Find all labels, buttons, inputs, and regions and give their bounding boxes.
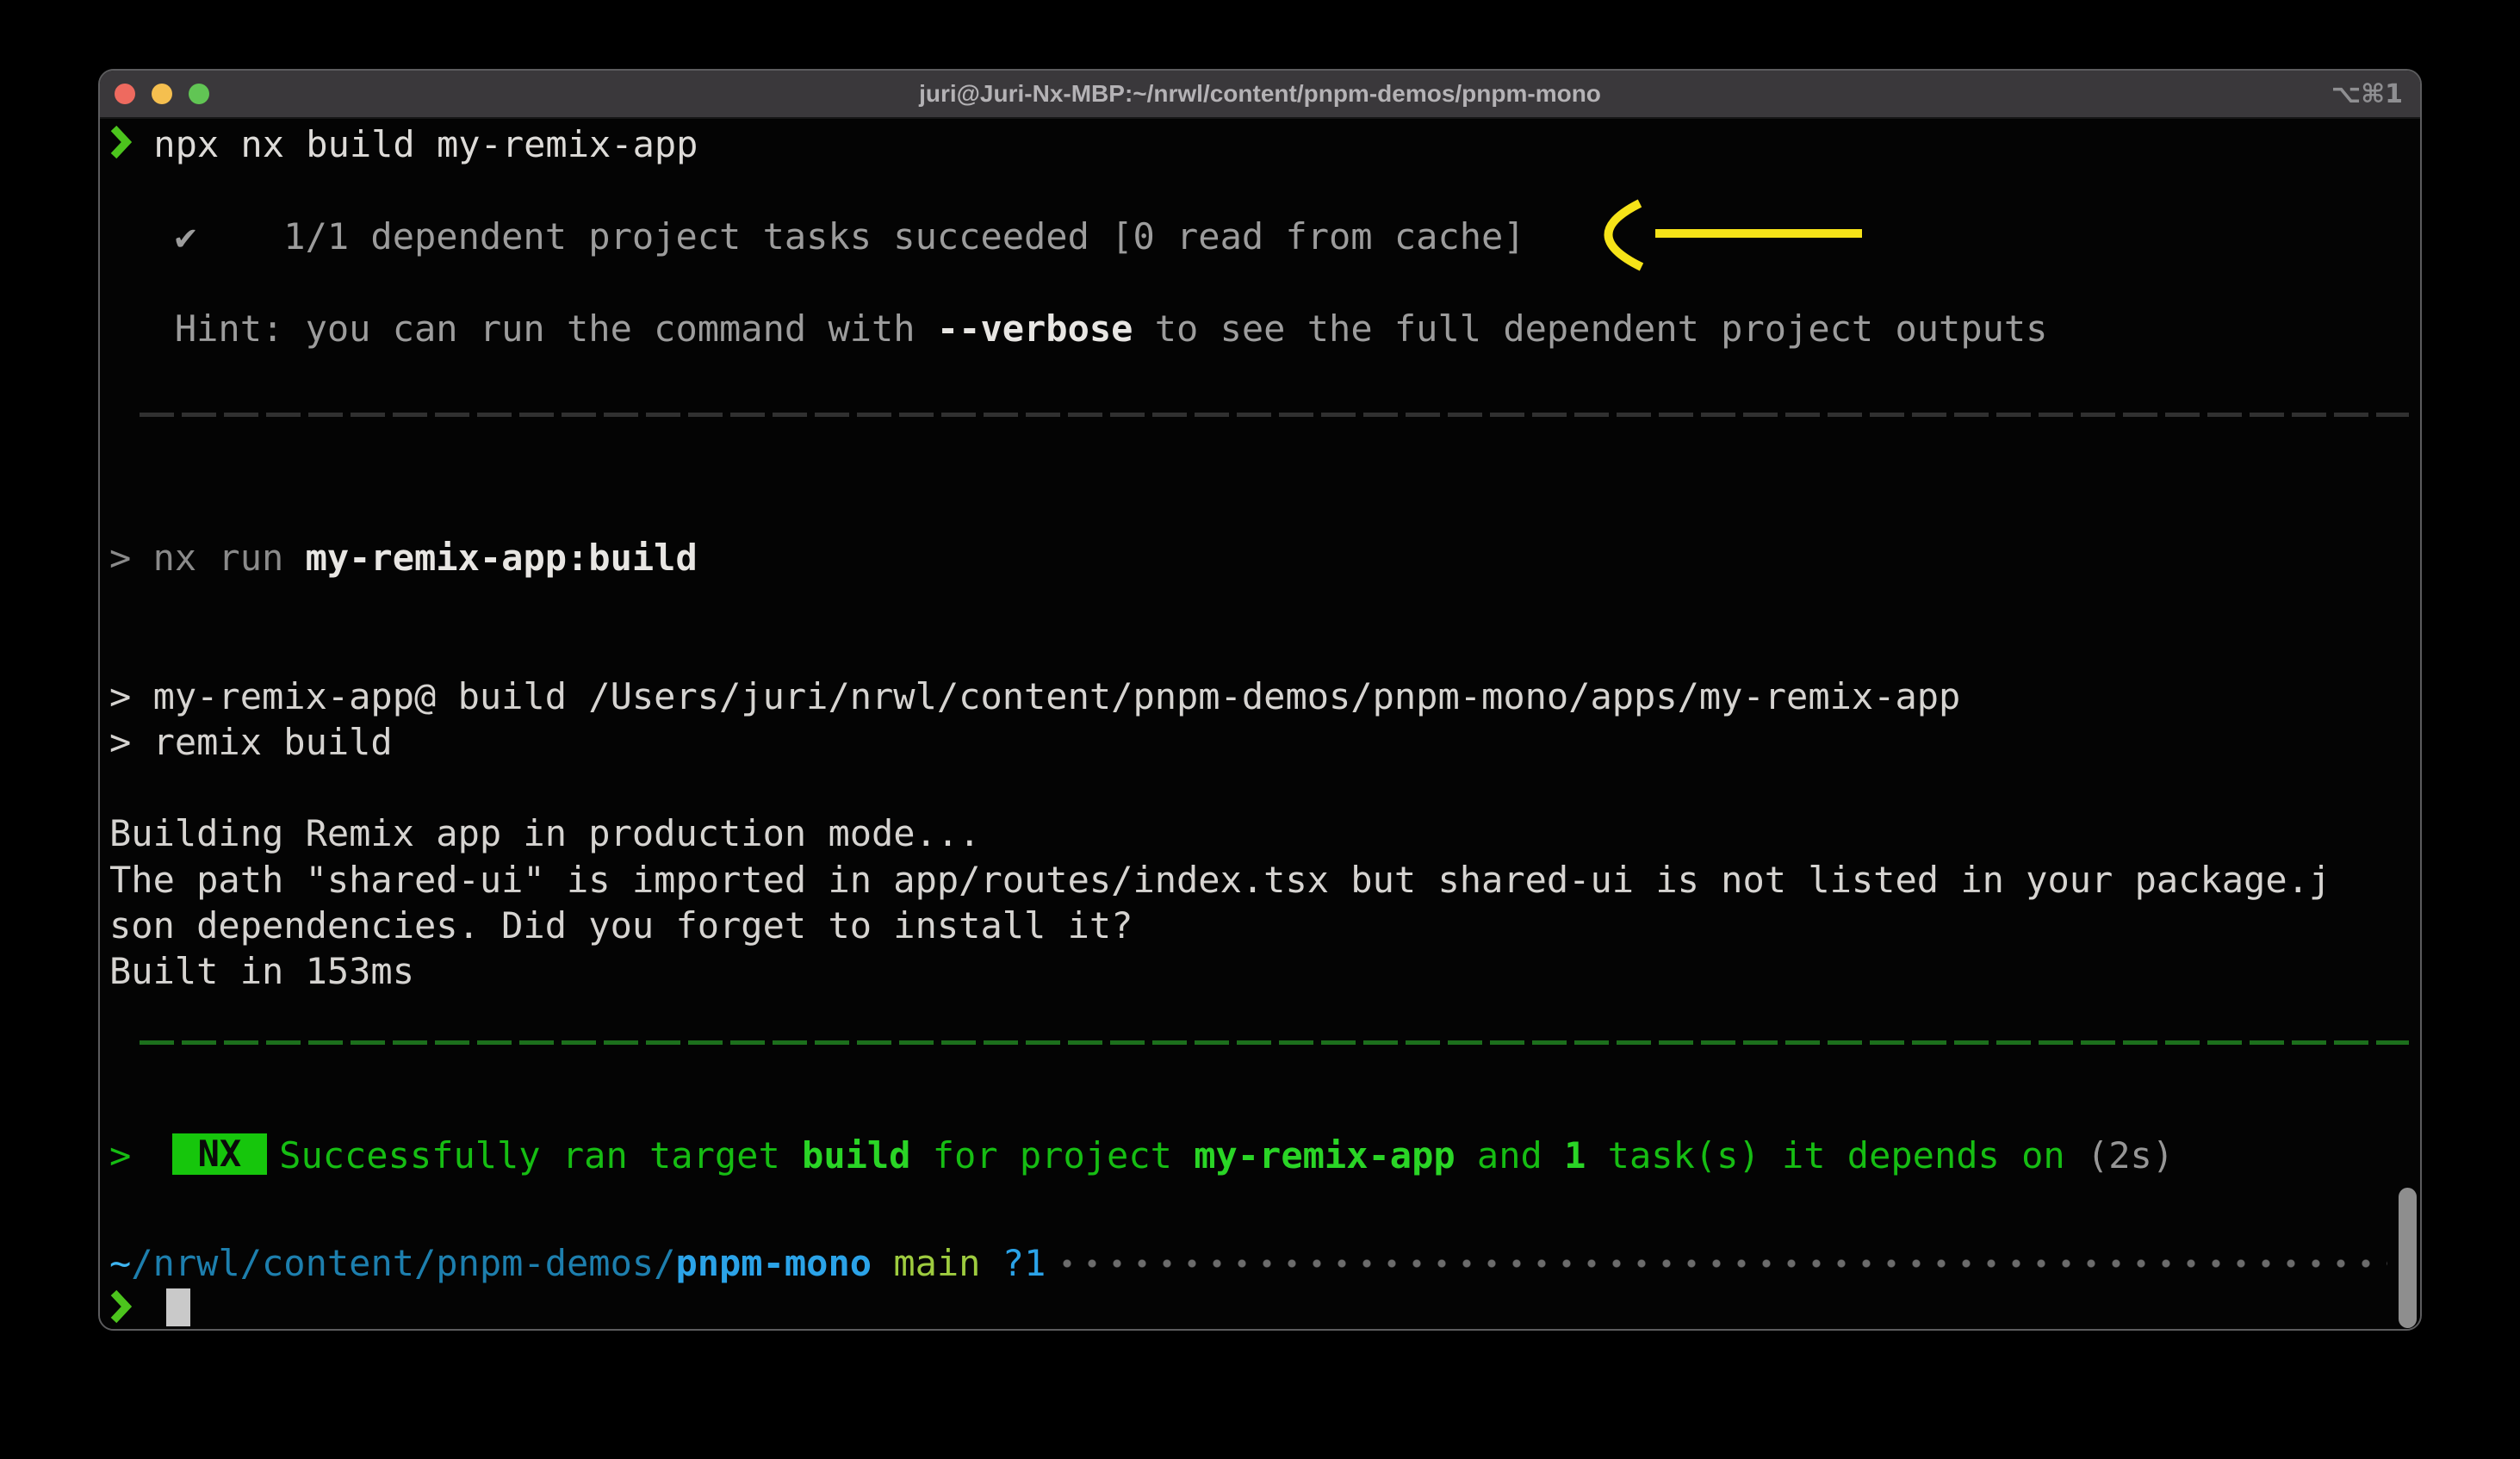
- text-cursor: [166, 1288, 190, 1326]
- success-text-2: for project: [910, 1134, 1194, 1177]
- terminal-window: juri@Juri-Nx-MBP:~/nrwl/content/pnpm-dem…: [98, 69, 2422, 1331]
- success-text-1: Successfully ran target: [279, 1134, 802, 1177]
- path-repo: pnpm-mono: [675, 1242, 872, 1284]
- remix-build-line: > remix build: [109, 719, 2394, 766]
- hint-flag: --verbose: [937, 307, 1133, 350]
- nx-run-target: my-remix-app:build: [306, 537, 698, 579]
- built-time-line: Built in 153ms: [109, 948, 2394, 995]
- prompt-dotted-separator: [1061, 1257, 2387, 1270]
- path-dirs: /nrwl/content/pnpm-demos/: [131, 1242, 675, 1284]
- success-duration: (2s): [2087, 1134, 2174, 1177]
- git-status: ?1: [1002, 1242, 1046, 1284]
- window-title: juri@Juri-Nx-MBP:~/nrwl/content/pnpm-dem…: [100, 71, 2420, 117]
- pkg-build-line: > my-remix-app@ build /Users/juri/nrwl/c…: [109, 674, 2394, 720]
- scrollbar-thumb[interactable]: [2399, 1188, 2417, 1328]
- titlebar: juri@Juri-Nx-MBP:~/nrwl/content/pnpm-dem…: [100, 71, 2420, 119]
- annotation-arrow: [1585, 196, 1873, 277]
- terminal-screen[interactable]: npx nx build my-remix-app ✔ 1/1 dependen…: [100, 119, 2420, 1331]
- success-text-3: and: [1456, 1134, 1564, 1177]
- command-line: npx nx build my-remix-app: [109, 121, 2394, 168]
- nx-badge: NX: [172, 1133, 268, 1175]
- separator-dashed-green: [140, 1040, 2409, 1045]
- hint-post: to see the full dependent project output…: [1133, 307, 2047, 350]
- warning-line-2: son dependencies. Did you forget to inst…: [109, 903, 2394, 949]
- prompt-chevron-icon: [109, 124, 132, 171]
- git-branch: main: [893, 1242, 980, 1284]
- nx-success-line: > NX Successfully ran target build for pr…: [109, 1133, 2394, 1179]
- separator-dashed-gray: [140, 413, 2409, 417]
- building-line: Building Remix app in production mode...: [109, 810, 2394, 857]
- space: [872, 1242, 893, 1284]
- success-task-count: 1: [1564, 1134, 1586, 1177]
- nx-run-prefix: > nx run: [109, 537, 306, 579]
- command-text: npx nx build my-remix-app: [132, 123, 698, 165]
- window-shortcut-badge: ⌥⌘1: [2331, 71, 2403, 117]
- success-project: my-remix-app: [1194, 1134, 1455, 1177]
- success-text-4: task(s) it depends on: [1586, 1134, 2087, 1177]
- success-gt: >: [109, 1134, 153, 1177]
- hint-line: Hint: you can run the command with --ver…: [109, 306, 2394, 352]
- path-tilde: ~: [109, 1242, 131, 1284]
- success-target: build: [802, 1134, 910, 1177]
- nx-run-line: > nx run my-remix-app:build: [109, 535, 2394, 581]
- hint-pre: Hint: you can run the command with: [109, 307, 937, 350]
- space: [980, 1242, 1002, 1284]
- tasks-succeeded-line: ✔ 1/1 dependent project tasks succeeded …: [109, 214, 2394, 260]
- active-prompt-line[interactable]: [109, 1286, 2394, 1331]
- prompt-path-line: ~/nrwl/content/pnpm-demos/pnpm-mono main…: [109, 1240, 2394, 1287]
- warning-line-1: The path "shared-ui" is imported in app/…: [109, 857, 2394, 903]
- prompt-chevron-icon: [109, 1288, 132, 1331]
